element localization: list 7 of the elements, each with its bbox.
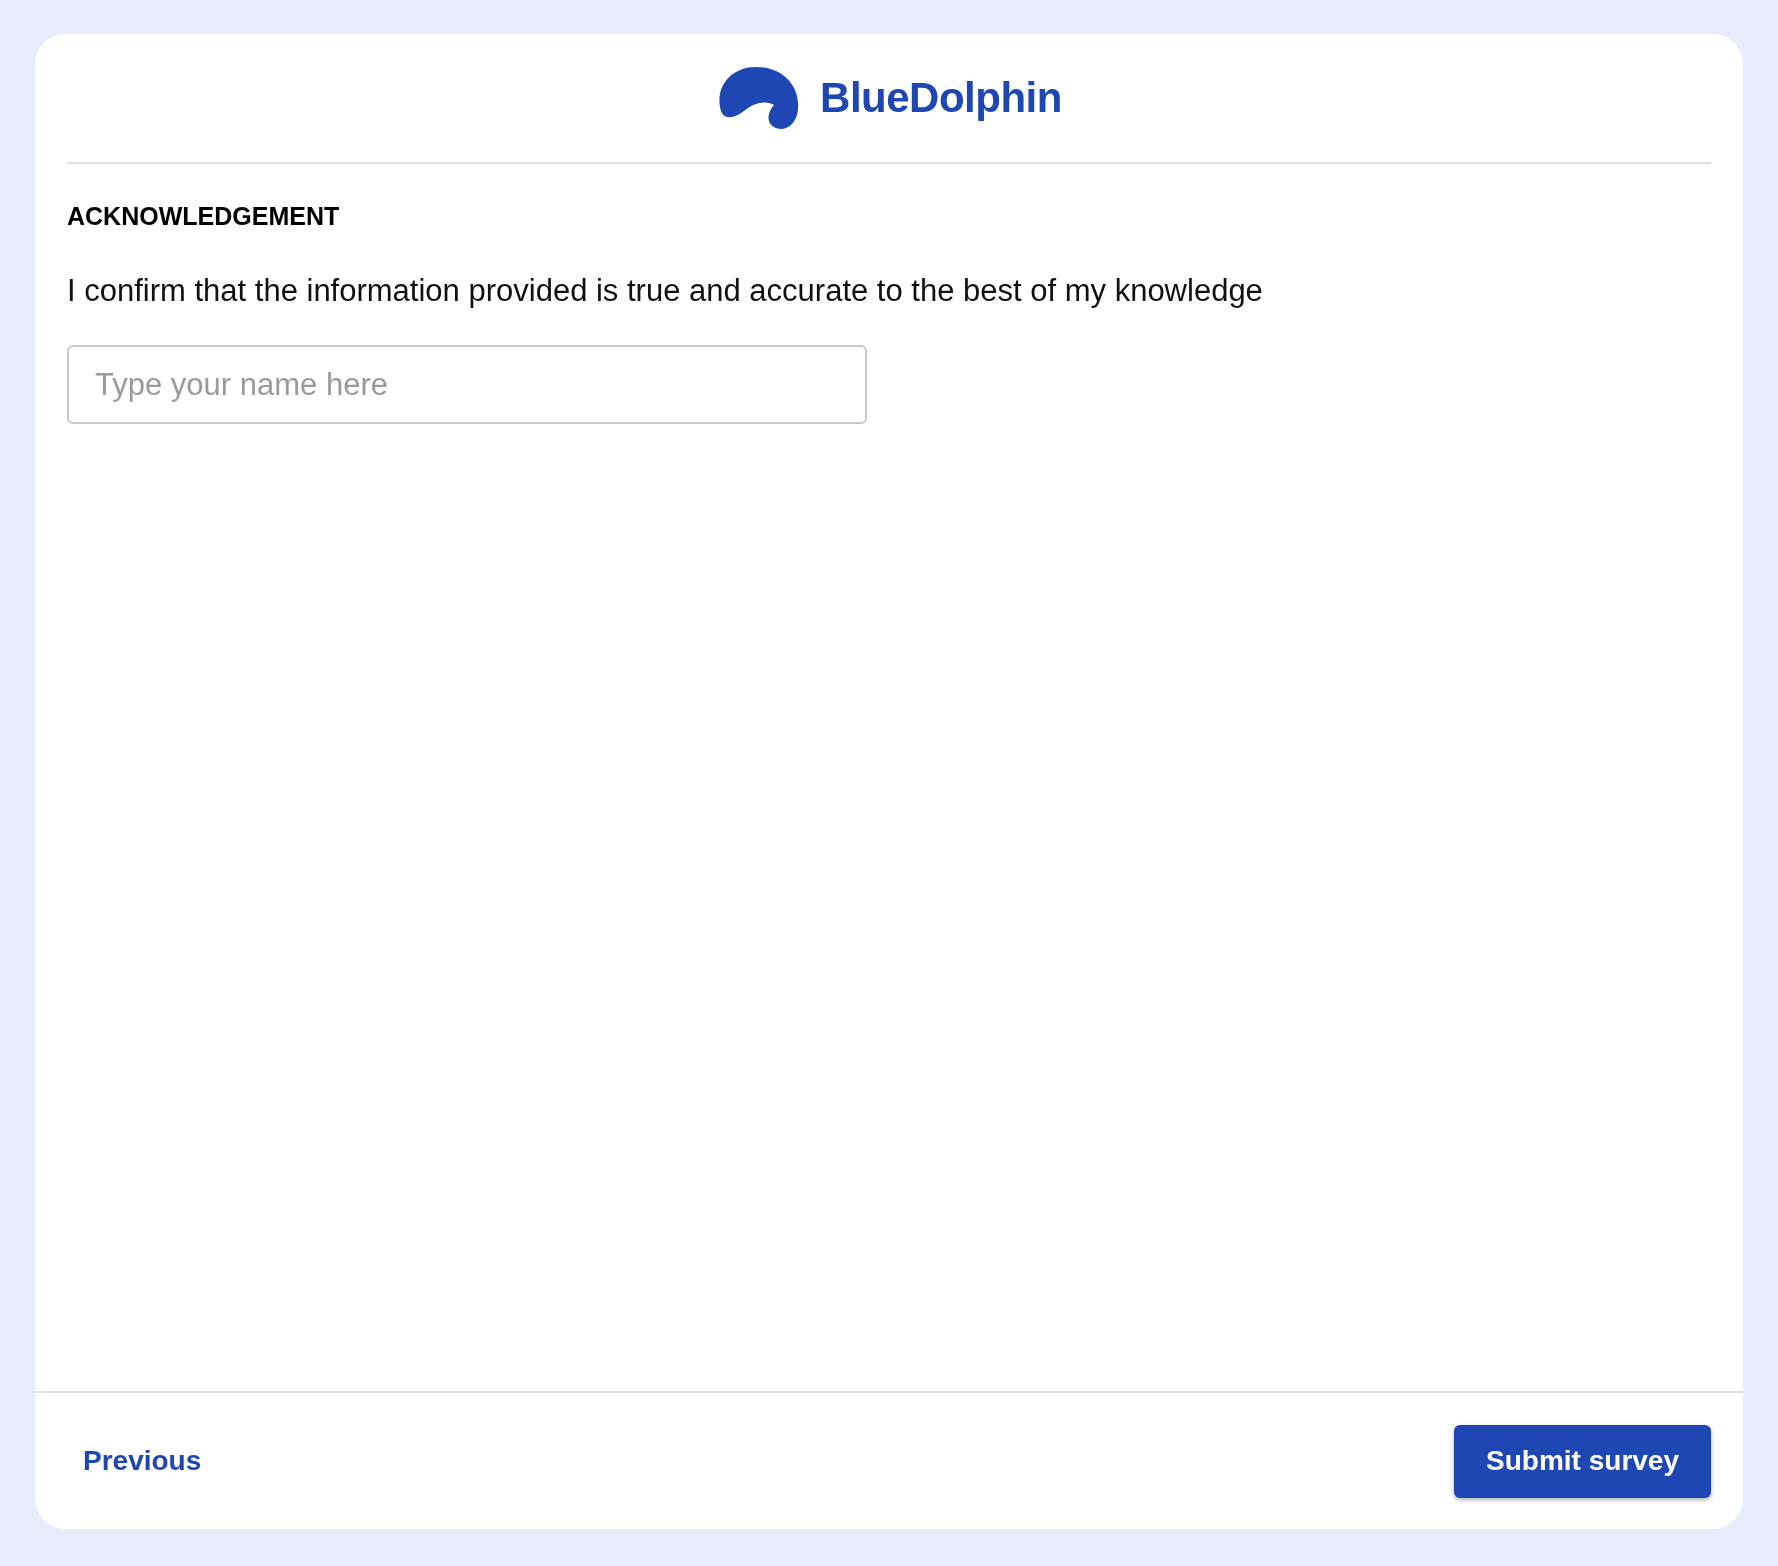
dolphin-logo-icon [716, 65, 801, 131]
statement-text: I confirm that the information provided is true and accurate to the best of my knowledge [67, 273, 1263, 309]
name-input-field[interactable]: Type your name here [67, 345, 867, 424]
previous-link[interactable]: Previous [83, 1441, 202, 1481]
submit-button[interactable]: Submit survey [1454, 1424, 1711, 1498]
brand-name: BlueDolphin [820, 74, 1062, 122]
section-heading: ACKNOWLEDGEMENT [67, 202, 340, 231]
